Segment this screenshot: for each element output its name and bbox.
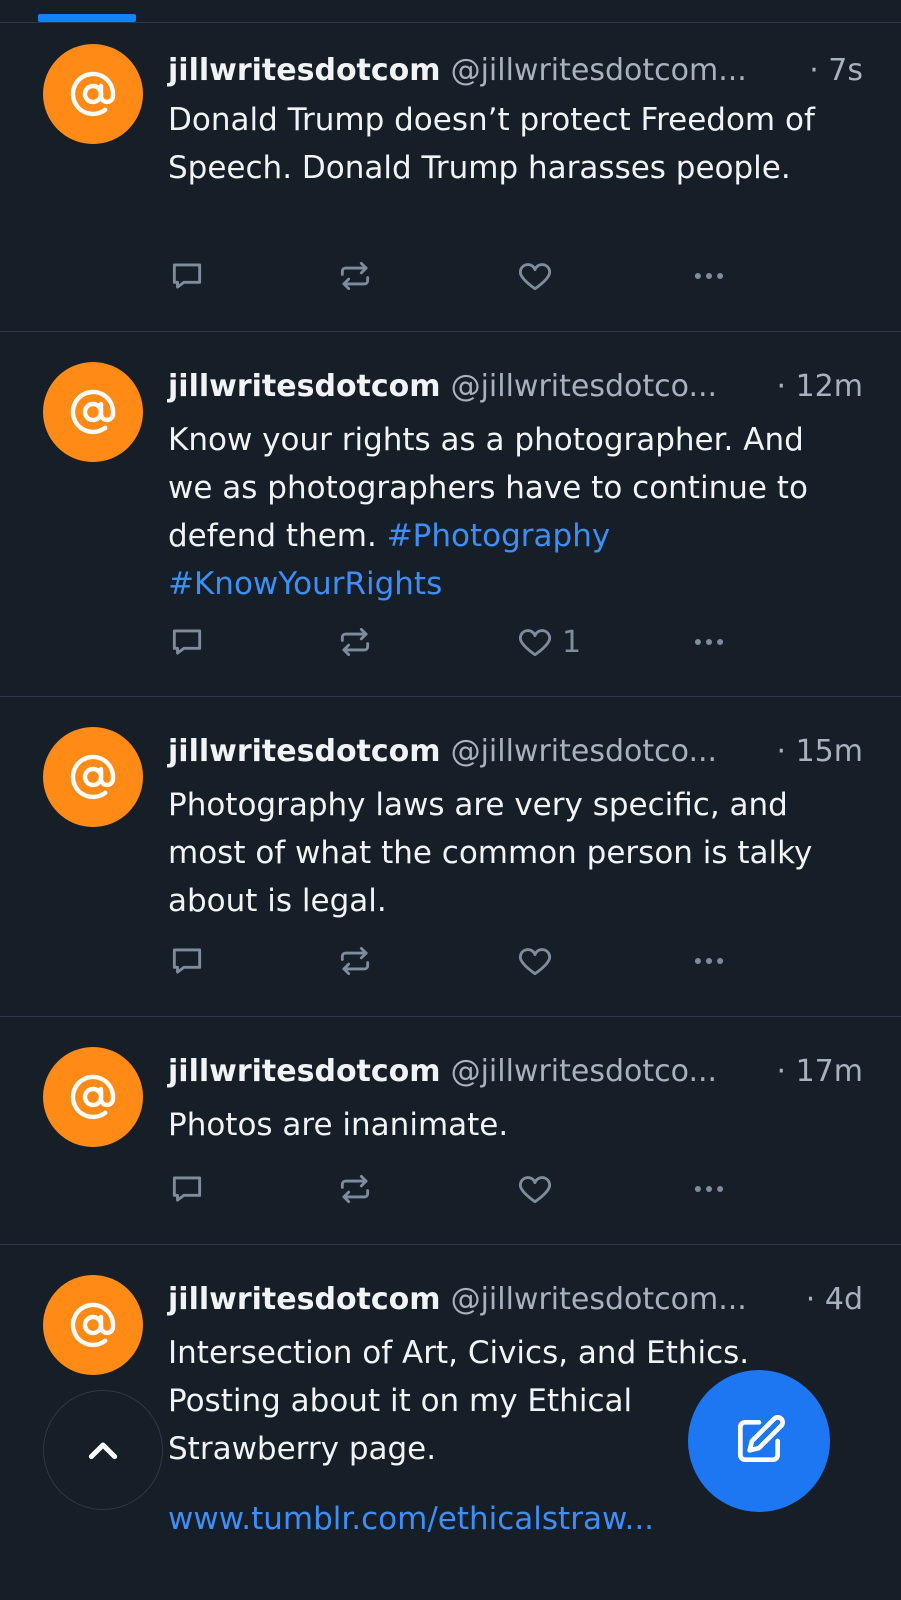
ellipsis-icon xyxy=(694,638,724,646)
like-button[interactable] xyxy=(516,256,562,296)
post-text-content: Photography laws are very specific, and … xyxy=(168,787,813,919)
speech-bubble-icon xyxy=(172,948,202,974)
feed: jillwritesdotcom @jillwritesdotcom... · … xyxy=(0,0,901,1600)
timestamp[interactable]: · 15m xyxy=(777,734,863,769)
more-options-button[interactable] xyxy=(690,941,728,981)
at-sign-icon xyxy=(70,71,116,117)
post[interactable]: jillwritesdotcom @jillwritesdotcom... · … xyxy=(0,22,901,332)
repost-button[interactable] xyxy=(336,941,374,981)
like-button[interactable] xyxy=(516,941,562,981)
compose-button[interactable] xyxy=(688,1370,830,1512)
post-meta: jillwritesdotcom @jillwritesdotcom... · … xyxy=(168,50,863,90)
at-sign-icon xyxy=(70,1074,116,1120)
post-text: Donald Trump doesn’t protect Freedom of … xyxy=(168,96,851,192)
scroll-to-top-button[interactable] xyxy=(43,1390,163,1510)
speech-bubble-icon xyxy=(172,629,202,655)
heart-icon xyxy=(518,263,552,291)
like-button[interactable] xyxy=(516,1169,562,1209)
post-meta: jillwritesdotcom @jillwritesdotco... · 1… xyxy=(168,1051,863,1091)
display-name[interactable]: jillwritesdotcom xyxy=(168,1282,441,1317)
avatar[interactable] xyxy=(43,1275,143,1375)
handle[interactable]: @jillwritesdotco... xyxy=(451,369,769,404)
at-sign-icon xyxy=(70,754,116,800)
avatar[interactable] xyxy=(43,362,143,462)
post-text: Know your rights as a photographer. And … xyxy=(168,416,851,608)
handle[interactable]: @jillwritesdotcom... xyxy=(451,53,802,88)
avatar[interactable] xyxy=(43,44,143,144)
reply-button[interactable] xyxy=(168,256,206,296)
heart-icon xyxy=(518,629,552,657)
feed-tab-strip xyxy=(0,0,901,23)
repost-button[interactable] xyxy=(336,1169,374,1209)
display-name[interactable]: jillwritesdotcom xyxy=(168,369,441,404)
timestamp[interactable]: · 17m xyxy=(777,1054,863,1089)
handle[interactable]: @jillwritesdotco... xyxy=(451,734,769,769)
reply-button[interactable] xyxy=(168,622,206,662)
post[interactable]: jillwritesdotcom @jillwritesdotco... · 1… xyxy=(0,1017,901,1245)
like-button[interactable]: 1 xyxy=(516,622,581,662)
heart-icon xyxy=(518,1176,552,1204)
handle[interactable]: @jillwritesdotco... xyxy=(451,1054,769,1089)
avatar[interactable] xyxy=(43,727,143,827)
repost-arrows-icon xyxy=(340,261,370,291)
more-options-button[interactable] xyxy=(690,1169,728,1209)
avatar[interactable] xyxy=(43,1047,143,1147)
like-count: 1 xyxy=(562,624,582,660)
speech-bubble-icon xyxy=(172,1176,202,1202)
post-meta: jillwritesdotcom @jillwritesdotcom... · … xyxy=(168,1279,863,1319)
hashtag-link[interactable]: #KnowYourRights xyxy=(168,566,442,602)
repost-arrows-icon xyxy=(340,1174,370,1204)
reply-button[interactable] xyxy=(168,941,206,981)
post-actions: 1 xyxy=(168,622,748,662)
repost-arrows-icon xyxy=(340,946,370,976)
speech-bubble-icon xyxy=(172,263,202,289)
post-actions xyxy=(168,256,748,296)
post-text-content: Photos are inanimate. xyxy=(168,1107,509,1143)
reply-button[interactable] xyxy=(168,1169,206,1209)
post-meta: jillwritesdotcom @jillwritesdotco... · 1… xyxy=(168,731,863,771)
repost-arrows-icon xyxy=(340,627,370,657)
post-actions xyxy=(168,941,748,981)
post-text: Photos are inanimate. xyxy=(168,1101,851,1149)
chevron-up-icon xyxy=(88,1442,118,1460)
display-name[interactable]: jillwritesdotcom xyxy=(168,1054,441,1089)
more-options-button[interactable] xyxy=(690,256,728,296)
heart-icon xyxy=(518,948,552,976)
repost-button[interactable] xyxy=(336,256,374,296)
at-sign-icon xyxy=(70,1302,116,1348)
post[interactable]: jillwritesdotcom @jillwritesdotco... · 1… xyxy=(0,697,901,1017)
at-sign-icon xyxy=(70,389,116,435)
repost-button[interactable] xyxy=(336,622,374,662)
display-name[interactable]: jillwritesdotcom xyxy=(168,53,441,88)
more-options-button[interactable] xyxy=(690,622,728,662)
hashtag-link[interactable]: #Photography xyxy=(387,518,611,554)
timestamp[interactable]: · 7s xyxy=(809,53,863,88)
ellipsis-icon xyxy=(694,957,724,965)
post-actions xyxy=(168,1169,748,1209)
ellipsis-icon xyxy=(694,272,724,280)
post-text-content: Donald Trump doesn’t protect Freedom of … xyxy=(168,102,815,186)
handle[interactable]: @jillwritesdotcom... xyxy=(451,1282,798,1317)
display-name[interactable]: jillwritesdotcom xyxy=(168,734,441,769)
active-tab-indicator[interactable] xyxy=(38,14,136,22)
post[interactable]: jillwritesdotcom @jillwritesdotco... · 1… xyxy=(0,332,901,697)
ellipsis-icon xyxy=(694,1185,724,1193)
post-meta: jillwritesdotcom @jillwritesdotco... · 1… xyxy=(168,366,863,406)
timestamp[interactable]: · 12m xyxy=(777,369,863,404)
post-text: Photography laws are very specific, and … xyxy=(168,781,851,925)
pencil-square-icon xyxy=(738,1415,785,1462)
timestamp[interactable]: · 4d xyxy=(806,1282,863,1317)
